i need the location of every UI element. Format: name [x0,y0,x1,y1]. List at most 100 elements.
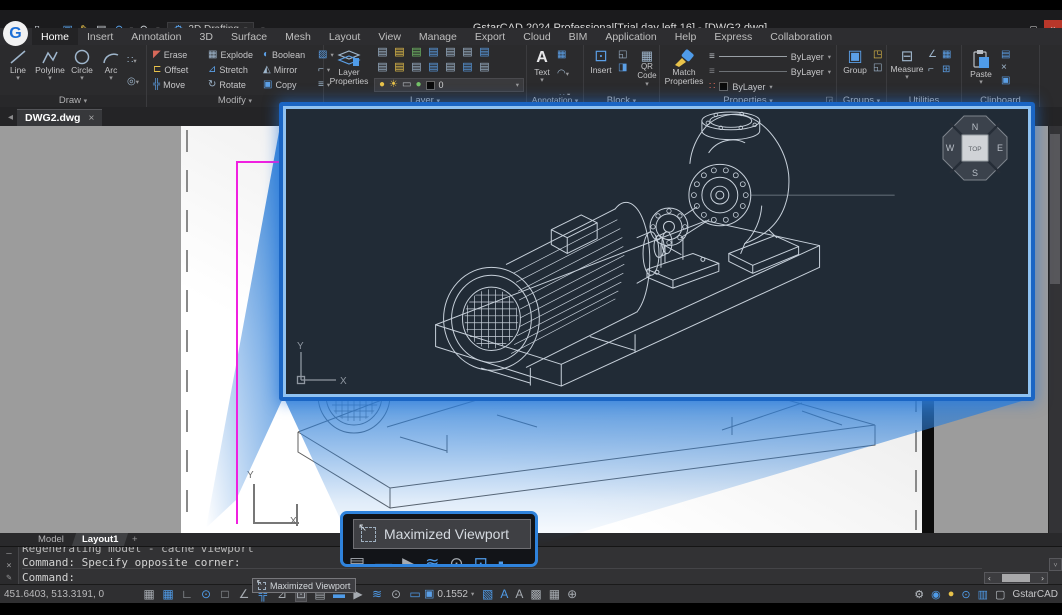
copy-clip-icon[interactable]: ▤ [1001,50,1015,60]
tab-3d[interactable]: 3D [191,28,222,45]
viewcube[interactable]: N S W E TOP [940,113,1010,183]
linetype-control[interactable]: ≡ ByLayer▾ [709,65,831,78]
vertical-scrollbar[interactable] [1048,126,1062,533]
quick-select-icon[interactable]: ⊞ [942,65,956,80]
draw-panel-label[interactable]: Draw ▾ [0,95,146,107]
circle-button[interactable]: Circle▾ [69,47,95,82]
maximized-viewport-content[interactable]: N S W E TOP Y X [283,106,1031,397]
donut-tool[interactable]: ◎▾ [127,71,140,89]
tab-collaboration[interactable]: Collaboration [761,28,841,45]
isodraft-toggle[interactable]: ≋ [371,587,383,601]
layer-isolate-icon[interactable]: ▤ [425,47,442,62]
measure-button[interactable]: ⊟ Measure▾ [891,47,923,81]
leader-tool[interactable]: ◠▾ [557,63,570,81]
snap-toggle[interactable]: ▦ [143,587,155,601]
edit-block-icon[interactable]: ◨ [618,63,631,73]
maximized-viewport[interactable]: N S W E TOP Y X [279,102,1035,401]
layer-properties-button[interactable]: Layer Properties [328,47,370,87]
command-scroll-down-icon[interactable]: ˅ [1049,558,1062,571]
isolate-objects-toggle[interactable]: ▩ [530,587,541,601]
rotate-button[interactable]: ↻Rotate [208,80,260,90]
tab-annotation[interactable]: Annotation [122,28,190,45]
layer-prev-icon[interactable]: ▤ [476,47,493,62]
hatch-tool[interactable]: ∷▾ [127,50,140,68]
gstarcad-logo-icon[interactable]: G [3,21,28,46]
command-close-icon[interactable]: × [6,561,11,571]
layer-unlock-icon[interactable]: ▤ [391,62,408,77]
layer-dropdown[interactable]: ● ☀ ▭ ● 0 ▾ [374,78,524,92]
layer-freeze-icon[interactable]: ▤ [391,47,408,62]
layer-unisolate-icon[interactable]: ▤ [408,62,425,77]
offset-button[interactable]: ⊏Offset [153,65,205,75]
command-menu-icon[interactable]: — [6,549,11,559]
layer-state-icon[interactable]: ▤ [476,62,493,77]
layer-walk-icon[interactable]: ▤ [425,62,442,77]
stretch-button[interactable]: ⊿Stretch [208,65,260,75]
group-button[interactable]: ▣ Group [841,47,869,75]
clean-screen-toggle[interactable]: ⊕ [567,587,577,601]
layout-viewport-border-vertical[interactable] [236,161,238,524]
tab-express[interactable]: Express [705,28,761,45]
display-icon[interactable]: ▥ [978,588,988,601]
document-tab-close-icon[interactable]: × [88,113,94,124]
text-button[interactable]: A Text▾ [530,47,554,84]
tab-bim[interactable]: BIM [560,28,597,45]
annotation-visibility-toggle[interactable]: ▧ [482,587,493,601]
tab-export[interactable]: Export [466,28,514,45]
tab-help[interactable]: Help [666,28,706,45]
ui-lock-icon[interactable]: ◉ [931,588,941,601]
hardware-acceleration-icon[interactable]: ● [948,588,955,600]
explode-button[interactable]: ▦Explode [208,50,260,60]
tab-mesh[interactable]: Mesh [276,28,320,45]
layer-on-icon[interactable]: ▤ [374,47,391,62]
layer-lock-icon[interactable]: ▤ [408,47,425,62]
add-layout-tab[interactable]: + [126,533,144,546]
zoom-tool[interactable]: ⊙ [390,587,402,601]
pan-tool[interactable]: ▭ [409,587,421,601]
color-control[interactable]: ≡ ByLayer▾ [709,50,831,63]
settings-gear-icon[interactable]: ⚙ [914,588,924,601]
break-icon[interactable]: ≡ [318,80,324,90]
document-tab[interactable]: DWG2.dwg × [17,109,102,126]
layer-vpfreeze-icon[interactable]: ▤ [459,62,476,77]
table-icon[interactable]: ▦ [557,50,570,60]
angle-toggle[interactable]: ∠ [238,587,250,601]
doc-tab-scroll-left-icon[interactable]: ◂ [8,112,13,123]
vertical-scrollbar-thumb[interactable] [1050,134,1060,284]
cut-icon[interactable]: × [1001,63,1015,73]
command-prompt[interactable]: Command: [22,571,982,584]
polar-toggle[interactable]: ⊙ [200,587,212,601]
boolean-button[interactable]: ◐Boolean [263,50,315,60]
mirror-button[interactable]: ◭Mirror [263,65,315,75]
command-edit-icon[interactable]: ✎ [6,573,11,583]
grid-toggle[interactable]: ▦ [162,587,174,601]
tab-manage[interactable]: Manage [410,28,466,45]
tab-home[interactable]: Home [32,28,78,45]
tab-view[interactable]: View [369,28,410,45]
quick-calc-icon[interactable]: ∠ [928,50,942,65]
layer-thaw-icon[interactable]: ▤ [374,62,391,77]
model-tab[interactable]: Model [28,533,74,546]
scroll-left-icon[interactable]: ‹ [987,574,992,583]
id-point-icon[interactable]: ⌐ [928,65,942,80]
group-edit-icon[interactable]: ◱ [873,63,885,73]
scrollbar-thumb[interactable] [1002,574,1030,582]
layer-merge-icon[interactable]: ▤ [442,62,459,77]
fillet-icon[interactable]: ⌐ [318,65,324,75]
osnap-toggle[interactable]: □ [219,587,231,601]
copy-base-icon[interactable]: ▣ [1001,76,1015,86]
tab-layout[interactable]: Layout [320,28,370,45]
ortho-toggle[interactable]: ∟ [181,587,193,601]
tab-cloud[interactable]: Cloud [514,28,559,45]
lineweight-control[interactable]: ∷ ByLayer▾ [709,80,831,93]
calculator-icon[interactable]: ▦ [942,50,956,65]
line-button[interactable]: Line▾ [5,47,31,82]
layer-off-icon[interactable]: ▤ [442,47,459,62]
auto-scale-toggle[interactable]: A [500,587,508,601]
layout-viewport-border-horizontal[interactable] [236,161,283,163]
ungroup-icon[interactable]: ◳ [873,50,885,60]
layer-match-icon[interactable]: ▤ [459,47,476,62]
copy-button[interactable]: ▣Copy [263,80,315,90]
erase-button[interactable]: ◤Erase [153,50,205,60]
polyline-button[interactable]: Polyline▾ [35,47,65,82]
